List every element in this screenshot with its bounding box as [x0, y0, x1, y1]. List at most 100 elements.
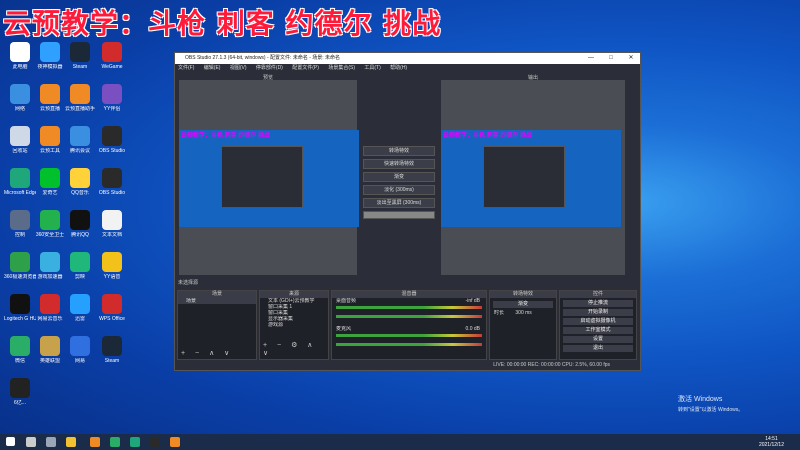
app-icon	[10, 378, 30, 398]
desktop-audio-slider[interactable]	[336, 315, 482, 318]
mic-audio-slider[interactable]	[336, 343, 482, 346]
desktop-icon[interactable]: 此电脑	[4, 42, 36, 70]
transition-fade-300[interactable]: 淡化 (300ms)	[363, 185, 435, 195]
windows-start-icon[interactable]	[6, 437, 15, 446]
menu-tools[interactable]: 工具(T)	[364, 65, 380, 71]
desktop-icon[interactable]: 迅雷	[64, 294, 96, 322]
desktop-icon[interactable]: 文本文档	[96, 210, 128, 238]
source-controls[interactable]: + − ⚙ ∧ ∨	[263, 341, 328, 357]
menu-profile[interactable]: 配置文件(P)	[292, 65, 319, 71]
menu-help[interactable]: 帮助(H)	[390, 65, 407, 71]
desktop-icon[interactable]: Microsoft Edge	[4, 168, 36, 196]
desktop-icon-label: YY伴侣	[103, 106, 121, 112]
desktop-icon[interactable]: Steam	[96, 336, 128, 364]
app-icon	[40, 42, 60, 62]
taskbar-clock[interactable]: 14:51 2021/12/12	[759, 436, 784, 448]
app-icon	[102, 126, 122, 146]
desktop-icon[interactable]: 腾讯QQ	[64, 210, 96, 238]
desktop-icon-label: 云预直播	[39, 106, 60, 112]
search-icon[interactable]	[26, 437, 36, 447]
close-icon[interactable]: ✕	[624, 53, 638, 64]
desktop-icon[interactable]: 网络	[4, 84, 36, 112]
desktop-icon-label: 迅雷	[74, 316, 85, 322]
studio-mode-button[interactable]: 工作室模式	[563, 327, 633, 334]
settings-button[interactable]: 设置	[563, 336, 633, 343]
desktop-audio-meter	[336, 306, 482, 309]
scenes-header: 场景	[178, 291, 256, 298]
taskbar-app-icon[interactable]	[170, 437, 180, 447]
program-label: 输出	[527, 75, 538, 81]
desktop-icon[interactable]: 游戏加速器	[34, 252, 66, 280]
transition-type-select[interactable]: 渐变	[493, 301, 553, 308]
desktop-icon[interactable]: 腾讯会议	[64, 126, 96, 154]
app-icon	[70, 42, 90, 62]
maximize-icon[interactable]: □	[604, 53, 618, 64]
desktop-icon[interactable]: 云预直播助手	[64, 84, 96, 112]
desktop-icon-label: 腾讯会议	[69, 148, 90, 154]
desktop-icon[interactable]: Logitech G HUB	[4, 294, 36, 322]
desktop-icon[interactable]: 网易云音乐	[34, 294, 66, 322]
desktop-icon[interactable]: 微信	[4, 336, 36, 364]
menu-file[interactable]: 文件(F)	[178, 65, 194, 71]
obs-titlebar[interactable]: OBS Studio 27.1.3 (64-bit, windows) - 配置…	[175, 53, 640, 64]
taskbar-app-icon[interactable]	[90, 437, 100, 447]
minimize-icon[interactable]: —	[584, 53, 598, 64]
transition-slider[interactable]	[363, 211, 435, 219]
transition-button[interactable]: 转场特效	[363, 146, 435, 156]
desktop-icon[interactable]: YY语音	[96, 252, 128, 280]
desktop-icon-label: OBS Studio	[98, 148, 126, 154]
desktop-icon[interactable]: WeGame	[96, 42, 128, 70]
program-pane[interactable]: 输出 云预教学：斗枪 刺客 约德尔 挑战	[441, 75, 625, 275]
desktop-icon[interactable]: 6亿...	[4, 378, 36, 406]
desktop-icon-label: 文本文档	[101, 232, 122, 238]
desktop-icon[interactable]: 控制	[4, 210, 36, 238]
desktop-icon[interactable]: 英雄联盟	[34, 336, 66, 364]
menu-docks[interactable]: 停靠部件(D)	[256, 65, 283, 71]
scene-controls[interactable]: + − ∧ ∨	[181, 349, 233, 357]
transition-fade[interactable]: 渐变	[363, 172, 435, 182]
desktop-icon[interactable]: OBS Studio	[96, 168, 128, 196]
desktop-icon[interactable]: 剪映	[64, 252, 96, 280]
menu-scene-collection[interactable]: 场景集合(S)	[328, 65, 355, 71]
desktop-icon[interactable]: 云预直播	[34, 84, 66, 112]
desktop-icon[interactable]: 360安全卫士	[34, 210, 66, 238]
scene-item[interactable]: 场景	[178, 298, 256, 304]
app-icon	[10, 336, 30, 356]
app-icon	[102, 84, 122, 104]
desktop-icon[interactable]: WPS Office	[96, 294, 128, 322]
file-explorer-icon[interactable]	[66, 437, 76, 447]
preview-pane[interactable]: 预览 云预教学：斗枪 刺客 约德尔 挑战	[179, 75, 359, 275]
desktop-icon[interactable]: YY伴侣	[96, 84, 128, 112]
menu-view[interactable]: 视图(V)	[230, 65, 247, 71]
preview-caption: 云预教学：斗枪 刺客 约德尔 挑战	[181, 133, 271, 139]
desktop-icon[interactable]: 回收站	[4, 126, 36, 154]
task-view-icon[interactable]	[46, 437, 56, 447]
desktop-icon[interactable]: 网易	[64, 336, 96, 364]
transition-fade-black[interactable]: 淡出至黑屏 (300ms)	[363, 198, 435, 208]
menu-edit[interactable]: 编辑(E)	[204, 65, 221, 71]
taskbar-app-icon[interactable]	[110, 437, 120, 447]
edge-icon[interactable]	[130, 437, 140, 447]
desktop-icon[interactable]: 夜神模拟器	[34, 42, 66, 70]
stop-streaming-button[interactable]: 停止推流	[563, 300, 633, 307]
desktop-icon[interactable]: Steam	[64, 42, 96, 70]
duration-input[interactable]: 300 ms	[515, 310, 531, 316]
sources-header: 来源	[260, 291, 328, 298]
desktop-icon[interactable]: OBS Studio	[96, 126, 128, 154]
start-recording-button[interactable]: 开始录制	[563, 309, 633, 316]
source-item[interactable]: 游戏源	[260, 322, 328, 328]
quick-transition-button[interactable]: 快速转场特效	[363, 159, 435, 169]
desktop-icon[interactable]: 云预工具	[34, 126, 66, 154]
desktop-icon[interactable]: 360极速浏览器	[4, 252, 36, 280]
virtual-camera-button[interactable]: 启动虚拟摄像机	[563, 318, 633, 325]
app-icon	[102, 168, 122, 188]
app-icon	[70, 336, 90, 356]
desktop-icon-label: 游戏加速器	[37, 274, 63, 280]
obs-menubar: 文件(F) 编辑(E) 视图(V) 停靠部件(D) 配置文件(P) 场景集合(S…	[175, 64, 640, 73]
desktop-icon-label: 爱奇艺	[42, 190, 58, 196]
desktop-icon-label: 夜神模拟器	[37, 64, 63, 70]
desktop-icon[interactable]: 爱奇艺	[34, 168, 66, 196]
exit-button[interactable]: 退出	[563, 345, 633, 352]
desktop-icon[interactable]: QQ音乐	[64, 168, 96, 196]
obs-taskbar-icon[interactable]	[150, 437, 160, 447]
